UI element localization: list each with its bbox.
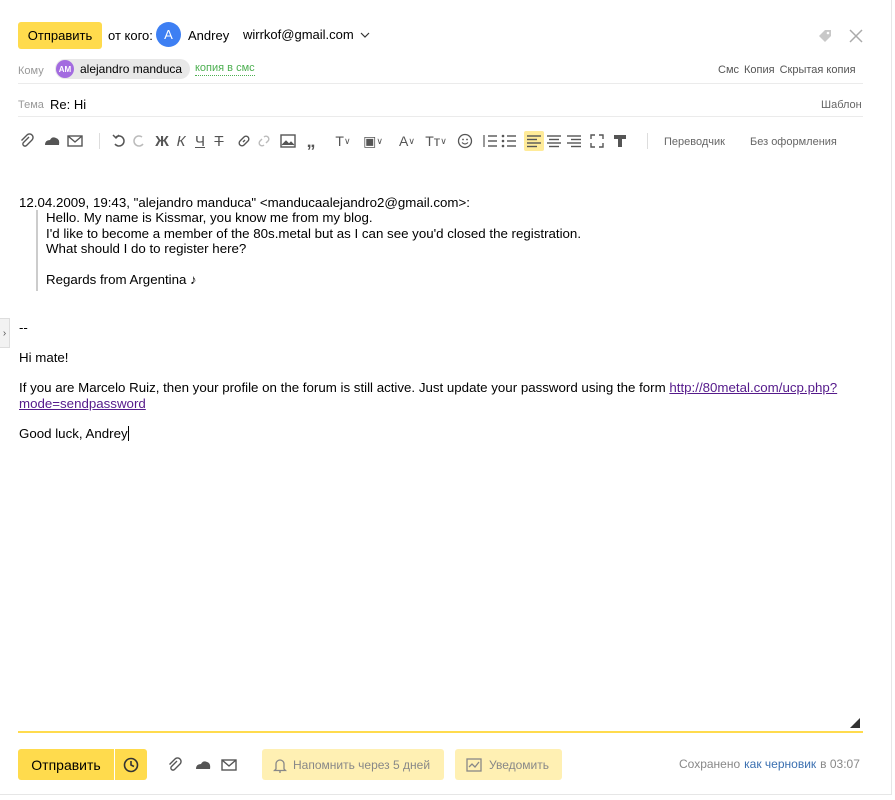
send-button-bottom[interactable]: Отправить	[18, 749, 114, 780]
editor-bottom-border	[18, 731, 863, 733]
align-right-icon[interactable]	[565, 131, 583, 151]
notify-label: Уведомить	[489, 757, 549, 772]
divider	[18, 116, 863, 117]
disk-cloud-icon[interactable]	[42, 131, 62, 151]
image-icon[interactable]	[279, 131, 297, 151]
quote-bar	[36, 210, 38, 291]
sender-avatar: A	[156, 22, 181, 47]
clear-format-icon[interactable]	[612, 131, 628, 151]
unlink-icon[interactable]	[255, 131, 273, 151]
recipient-chip[interactable]: AM alejandro manduca	[55, 59, 191, 79]
text-color-icon[interactable]: A ∨	[395, 131, 419, 151]
quote-line: Regards from Argentina ♪	[46, 272, 197, 287]
send-button-group: Отправить	[18, 749, 147, 780]
bullet-list-icon[interactable]	[500, 131, 518, 151]
chevron-down-icon	[360, 32, 370, 38]
sender-email: wirrkof@gmail.com	[243, 27, 354, 42]
underline-icon[interactable]: Ч	[193, 131, 207, 151]
text-cursor	[127, 426, 129, 441]
subject-label: Тема	[18, 99, 44, 111]
link-icon[interactable]	[235, 131, 253, 151]
quote-header: 12.04.2009, 19:43, "alejandro manduca" <…	[19, 195, 470, 210]
divider	[18, 83, 863, 84]
undo-icon[interactable]	[110, 131, 128, 151]
from-label: от кого:	[108, 28, 153, 43]
saved-time: в 03:07	[820, 757, 860, 771]
align-center-icon[interactable]	[545, 131, 563, 151]
sender-email-select[interactable]: wirrkof@gmail.com	[243, 27, 370, 42]
saved-prefix: Сохранено	[679, 757, 741, 771]
clock-icon	[123, 757, 139, 772]
compose-window: Отправить от кого: A Andrey wirrkof@gmai…	[0, 0, 892, 795]
mail-attach-icon[interactable]	[220, 755, 238, 775]
draft-link[interactable]: как черновик	[744, 757, 816, 771]
chart-notify-icon	[466, 757, 482, 772]
signature-separator: --	[19, 320, 28, 335]
recipient-avatar: AM	[56, 60, 74, 78]
copy-sms-link[interactable]: копия в смс	[195, 62, 255, 76]
body-paragraph: If you are Marcelo Ruiz, then your profi…	[19, 380, 844, 411]
greeting-text: Hi mate!	[19, 350, 69, 365]
font-size-icon[interactable]: Т ∨	[330, 131, 356, 151]
paragraph-text: If you are Marcelo Ruiz, then your profi…	[19, 380, 670, 395]
attach-icon[interactable]	[166, 755, 184, 775]
quoted-message: Hello. My name is Kissmar, you know me f…	[46, 210, 581, 288]
copy-link[interactable]: Копия	[744, 64, 775, 76]
emoji-icon[interactable]	[456, 131, 474, 151]
text-bg-icon[interactable]: Тт ∨	[423, 131, 449, 151]
toolbar-separator	[647, 133, 648, 149]
closing-text: Good luck, Andrey	[19, 426, 129, 442]
send-button-top[interactable]: Отправить	[18, 22, 102, 49]
quote-line: Hello. My name is Kissmar, you know me f…	[46, 210, 373, 225]
quote-line: I'd like to become a member of the 80s.m…	[46, 225, 582, 241]
attach-icon[interactable]	[18, 131, 36, 151]
delayed-send-button[interactable]	[115, 749, 147, 780]
disk-cloud-icon[interactable]	[193, 755, 213, 775]
translator-button[interactable]: Переводчик	[664, 136, 725, 148]
sms-link[interactable]: Смс	[718, 64, 739, 76]
subject-input[interactable]: Re: Hi	[50, 97, 86, 112]
align-left-icon[interactable]	[524, 131, 544, 151]
mail-attach-icon[interactable]	[66, 131, 84, 151]
resize-handle-icon[interactable]	[850, 718, 860, 728]
numbered-list-icon[interactable]	[481, 131, 499, 151]
strikethrough-icon[interactable]: Т	[212, 131, 226, 151]
bcc-link[interactable]: Скрытая копия	[780, 64, 856, 76]
sender-name[interactable]: Andrey	[188, 28, 229, 43]
close-icon[interactable]	[848, 28, 864, 44]
notify-button[interactable]: Уведомить	[455, 749, 562, 780]
italic-icon[interactable]: К	[174, 131, 188, 151]
save-status: Сохранено как черновик в 03:07	[679, 757, 860, 771]
tag-icon[interactable]	[817, 28, 833, 44]
fullscreen-icon[interactable]	[589, 131, 605, 151]
redo-icon[interactable]	[130, 131, 148, 151]
closing-line: Good luck, Andrey	[19, 426, 128, 441]
recipient-options: Смс Копия Скрытая копия	[718, 64, 856, 76]
toolbar-separator	[99, 133, 100, 149]
recipient-name: alejandro manduca	[80, 62, 183, 76]
quote-icon[interactable]: „	[302, 131, 320, 151]
to-label: Кому	[18, 65, 44, 77]
remind-label: Напомнить через 5 дней	[293, 757, 431, 772]
sidebar-expand-tab[interactable]: ›	[0, 318, 10, 348]
bell-icon	[273, 758, 287, 773]
no-format-button[interactable]: Без оформления	[750, 136, 837, 148]
quote-line: What should I do to register here?	[46, 241, 247, 256]
text-style-icon[interactable]: ▣ ∨	[360, 131, 386, 151]
bold-icon[interactable]: Ж	[155, 131, 169, 151]
remind-button[interactable]: Напомнить через 5 дней	[262, 749, 444, 780]
template-link[interactable]: Шаблон	[821, 99, 862, 111]
